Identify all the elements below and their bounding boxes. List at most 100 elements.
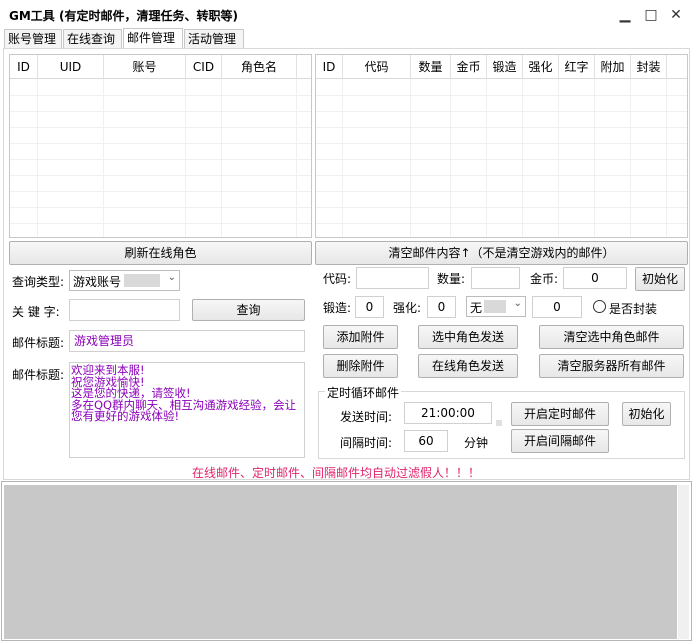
column-header[interactable]: 附加	[595, 55, 631, 79]
grid-line	[342, 79, 343, 237]
query-type-select[interactable]: 游戏账号 ⌄	[69, 270, 180, 291]
resize-grip	[496, 420, 502, 426]
grid-line	[316, 143, 687, 144]
column-header-filler	[667, 55, 687, 79]
log-scrollbar[interactable]	[678, 485, 689, 639]
online-role-grid[interactable]: ID UID 账号 CID 角色名	[9, 54, 312, 238]
timed-mail-group-title: 定时循环邮件	[325, 384, 402, 401]
start-timed-mail-button[interactable]: 开启定时邮件	[511, 402, 609, 426]
close-icon[interactable]: ✕	[664, 4, 688, 26]
query-type-value: 游戏账号	[73, 275, 122, 289]
tab-online[interactable]: 在线查询	[63, 29, 122, 49]
log-area[interactable]	[4, 485, 677, 639]
init-timed-button[interactable]: 初始化	[622, 402, 671, 426]
grid-line	[522, 79, 523, 237]
grid-line	[10, 127, 311, 128]
window-title: GM工具 (有定时邮件，清理任务、转职等)	[9, 9, 238, 23]
column-header[interactable]: 账号	[104, 55, 186, 79]
clear-selected-mail-button[interactable]: 清空选中角色邮件	[539, 325, 684, 349]
query-type-label: 查询类型:	[12, 275, 65, 289]
selection-highlight	[484, 300, 506, 313]
enhance-label: 强化:	[393, 301, 422, 315]
query-button[interactable]: 查询	[192, 299, 305, 321]
title-bar: GM工具 (有定时邮件，清理任务、转职等) ▁ □ ✕	[0, 0, 693, 30]
forge-input[interactable]: 0	[355, 296, 384, 318]
column-header[interactable]: 数量	[411, 55, 451, 79]
column-header[interactable]: ID	[10, 55, 38, 79]
column-header[interactable]: 代码	[343, 55, 411, 79]
column-header[interactable]: 锻造	[487, 55, 523, 79]
grid-line	[10, 143, 311, 144]
delete-attachment-button[interactable]: 删除附件	[323, 354, 398, 378]
send-selected-button[interactable]: 选中角色发送	[418, 325, 518, 349]
filter-notice: 在线邮件、定时邮件、间隔邮件均自动过滤假人！！！	[192, 466, 481, 480]
attribute-number-input[interactable]: 0	[532, 296, 582, 318]
sealed-label: 是否封装	[609, 302, 658, 316]
grid-line	[630, 79, 631, 237]
column-header[interactable]: 强化	[523, 55, 559, 79]
grid-line	[316, 223, 687, 224]
mail-body-label: 邮件标题:	[12, 368, 65, 382]
column-header[interactable]: 红字	[559, 55, 595, 79]
grid-line	[10, 111, 311, 112]
init-item-button[interactable]: 初始化	[635, 267, 685, 291]
tab-account[interactable]: 账号管理	[4, 29, 62, 49]
maximize-icon[interactable]: □	[639, 4, 663, 26]
grid-line	[316, 175, 687, 176]
refresh-online-button[interactable]: 刷新在线角色	[9, 241, 312, 265]
keyword-input[interactable]	[69, 299, 180, 321]
grid-line	[10, 95, 311, 96]
interval-unit-label: 分钟	[464, 436, 489, 450]
tab-activity[interactable]: 活动管理	[184, 29, 244, 49]
grid-line	[316, 191, 687, 192]
attribute-value: 无	[470, 301, 483, 315]
grid-line	[450, 79, 451, 237]
attachment-grid[interactable]: ID 代码 数量 金币 锻造 强化 红字 附加 封装	[315, 54, 688, 238]
column-header[interactable]: 封装	[631, 55, 667, 79]
mail-body-textarea[interactable]: 欢迎来到本服! 祝您游戏愉快! 这是您的快递，请签收! 多在QQ群内聊天、相互沟…	[69, 362, 305, 458]
tab-mail[interactable]: 邮件管理	[123, 28, 183, 49]
gold-label: 金币:	[530, 272, 559, 286]
log-area-frame	[1, 481, 692, 641]
send-time-label: 发送时间:	[340, 410, 393, 424]
code-input[interactable]	[356, 267, 429, 289]
grid-line	[10, 159, 311, 160]
attribute-select[interactable]: 无 ⌄	[466, 296, 526, 317]
start-interval-mail-button[interactable]: 开启间隔邮件	[511, 429, 609, 453]
grid-line	[316, 159, 687, 160]
selection-highlight	[124, 274, 160, 287]
clear-server-mail-button[interactable]: 清空服务器所有邮件	[539, 354, 684, 378]
enhance-input[interactable]: 0	[427, 296, 456, 318]
grid-line	[410, 79, 411, 237]
column-header[interactable]: ID	[316, 55, 343, 79]
count-input[interactable]	[471, 267, 520, 289]
grid-line	[666, 79, 667, 237]
grid-line	[594, 79, 595, 237]
column-header[interactable]: 角色名	[222, 55, 297, 79]
mail-title-input[interactable]: 游戏管理员	[69, 330, 305, 352]
gold-input[interactable]: 0	[563, 267, 627, 289]
column-header[interactable]: CID	[186, 55, 222, 79]
send-time-input[interactable]: 21:00:00	[404, 402, 492, 424]
grid-line	[37, 79, 38, 237]
grid-line	[221, 79, 222, 237]
send-online-button[interactable]: 在线角色发送	[418, 354, 518, 378]
grid-line	[316, 127, 687, 128]
interval-input[interactable]: 60	[404, 430, 448, 452]
minimize-icon[interactable]: ▁	[613, 4, 637, 26]
add-attachment-button[interactable]: 添加附件	[323, 325, 398, 349]
keyword-label: 关 键 字:	[12, 305, 60, 319]
column-header[interactable]: UID	[38, 55, 104, 79]
mail-title-label: 邮件标题:	[12, 336, 65, 350]
forge-label: 锻造:	[323, 301, 352, 315]
clear-mail-button[interactable]: 清空邮件内容↑（不是清空游戏内的邮件）	[315, 241, 688, 265]
grid-line	[10, 223, 311, 224]
column-header[interactable]: 金币	[451, 55, 487, 79]
grid-line	[10, 207, 311, 208]
chevron-down-icon: ⌄	[513, 298, 522, 309]
grid-line	[185, 79, 186, 237]
grid-line	[558, 79, 559, 237]
sealed-radio[interactable]	[593, 300, 606, 313]
interval-label: 间隔时间:	[340, 436, 393, 450]
grid-line	[296, 79, 297, 237]
